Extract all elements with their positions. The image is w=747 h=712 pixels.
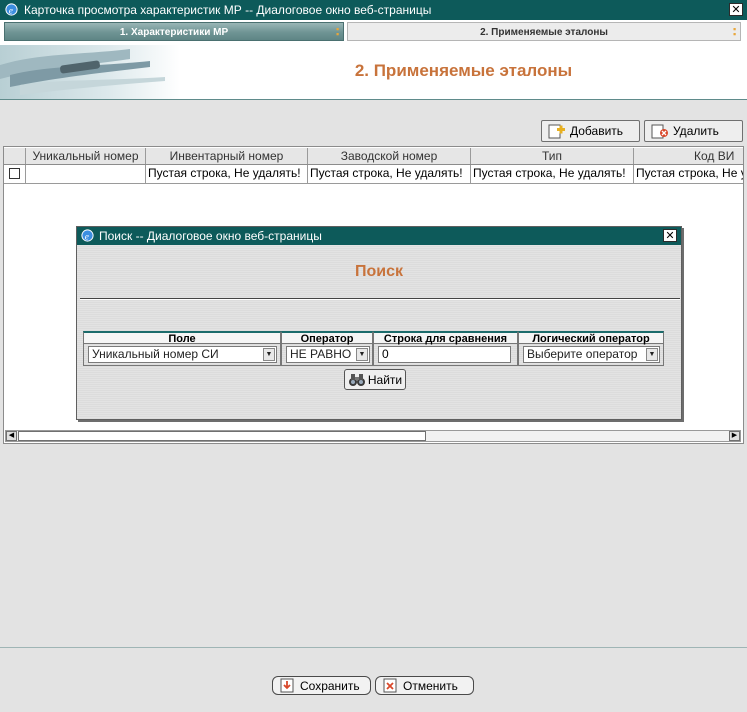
save-icon bbox=[280, 678, 294, 693]
header-logo bbox=[0, 45, 180, 99]
delete-button[interactable]: Удалить bbox=[644, 120, 743, 142]
page-header: 2. Применяемые эталоны bbox=[0, 45, 747, 100]
cell-vi-code: Пустая строка, Не удалять! bbox=[634, 165, 743, 183]
column-type[interactable]: Тип bbox=[471, 148, 634, 164]
horizontal-scrollbar[interactable]: ◀ ▶ bbox=[5, 430, 741, 442]
column-unique-number[interactable]: Уникальный номер bbox=[26, 148, 146, 164]
field-select[interactable]: Уникальный номер СИ ▼ bbox=[88, 346, 277, 363]
ie-icon: e bbox=[5, 3, 18, 16]
compare-input[interactable]: 0 bbox=[378, 346, 511, 363]
save-button[interactable]: Сохранить bbox=[272, 676, 371, 695]
cell-type: Пустая строка, Не удалять! bbox=[471, 165, 634, 183]
close-icon: ✕ bbox=[665, 230, 675, 242]
search-dialog: e Поиск -- Диалоговое окно веб-страницы … bbox=[76, 226, 682, 420]
filter-column-compare: Строка для сравнения bbox=[373, 331, 518, 345]
binoculars-icon bbox=[348, 373, 365, 386]
column-inventory-number[interactable]: Инвентарный номер bbox=[146, 148, 308, 164]
operator-select-value: НЕ РАВНО bbox=[290, 347, 352, 361]
scroll-thumb[interactable] bbox=[18, 431, 426, 441]
chevron-down-icon: ▼ bbox=[646, 348, 658, 361]
operator-select[interactable]: НЕ РАВНО ▼ bbox=[286, 346, 370, 363]
footer: Сохранить Отменить bbox=[0, 647, 747, 712]
cancel-button[interactable]: Отменить bbox=[375, 676, 474, 695]
tab-label: 1. Характеристики МР bbox=[119, 27, 229, 38]
cell-inventory-number: Пустая строка, Не удалять! bbox=[146, 165, 308, 183]
save-label: Сохранить bbox=[300, 678, 360, 693]
add-label: Добавить bbox=[570, 124, 624, 138]
find-label: Найти bbox=[367, 372, 403, 387]
logic-operator-select[interactable]: Выберите оператор ▼ bbox=[523, 346, 660, 363]
window-title: Карточка просмотра характеристик МР -- Д… bbox=[24, 3, 432, 17]
logic-operator-value: Выберите оператор bbox=[527, 347, 638, 361]
filter-column-field: Поле bbox=[83, 331, 281, 345]
tab-label: 2. Применяемые эталоны bbox=[480, 27, 608, 38]
tab-characteristics[interactable]: 1. Характеристики МР ▪ ▪ bbox=[4, 22, 344, 41]
tab-grip-icon: ▪ ▪ bbox=[733, 24, 737, 39]
header-select-cell bbox=[4, 148, 26, 164]
cancel-label: Отменить bbox=[403, 678, 458, 693]
find-button[interactable]: Найти bbox=[344, 369, 406, 390]
filter-column-operator: Оператор bbox=[281, 331, 373, 345]
close-window-button[interactable]: ✕ bbox=[729, 3, 743, 16]
cell-unique-number bbox=[26, 165, 146, 183]
close-icon: ✕ bbox=[731, 4, 741, 16]
row-checkbox[interactable] bbox=[9, 168, 20, 179]
tab-grip-icon: ▪ ▪ bbox=[336, 24, 340, 39]
svg-text:e: e bbox=[9, 6, 13, 16]
column-serial-number[interactable]: Заводской номер bbox=[308, 148, 471, 164]
tab-bar: 1. Характеристики МР ▪ ▪ 2. Применяемые … bbox=[0, 20, 747, 45]
page-title: 2. Применяемые эталоны bbox=[354, 61, 573, 80]
scroll-left-icon[interactable]: ◀ bbox=[6, 431, 17, 441]
divider bbox=[80, 298, 680, 300]
field-select-value: Уникальный номер СИ bbox=[92, 347, 219, 361]
row-select-cell bbox=[4, 165, 26, 183]
add-button[interactable]: Добавить bbox=[541, 120, 640, 142]
scroll-right-icon[interactable]: ▶ bbox=[729, 431, 740, 441]
ie-icon: e bbox=[81, 229, 94, 242]
delete-icon bbox=[651, 124, 668, 139]
tab-standards[interactable]: 2. Применяемые эталоны ▪ ▪ bbox=[347, 22, 741, 41]
close-dialog-button[interactable]: ✕ bbox=[663, 229, 677, 242]
dialog-titlebar: e Поиск -- Диалоговое окно веб-страницы … bbox=[77, 227, 681, 245]
chevron-down-icon: ▼ bbox=[356, 348, 368, 361]
add-icon bbox=[548, 124, 565, 139]
dialog-title: Поиск -- Диалоговое окно веб-страницы bbox=[99, 229, 322, 243]
column-vi-code[interactable]: Код ВИ bbox=[634, 148, 743, 164]
filter-column-logic: Логический оператор bbox=[518, 331, 664, 345]
grid-header: Уникальный номер Инвентарный номер Завод… bbox=[4, 148, 743, 165]
delete-label: Удалить bbox=[673, 124, 719, 138]
cell-serial-number: Пустая строка, Не удалять! bbox=[308, 165, 471, 183]
cancel-icon bbox=[383, 678, 397, 693]
svg-text:e: e bbox=[85, 232, 89, 242]
dialog-heading: Поиск bbox=[354, 263, 403, 280]
chevron-down-icon: ▼ bbox=[263, 348, 275, 361]
table-row: Пустая строка, Не удалять! Пустая строка… bbox=[4, 165, 743, 184]
window-titlebar: e Карточка просмотра характеристик МР --… bbox=[0, 0, 747, 20]
